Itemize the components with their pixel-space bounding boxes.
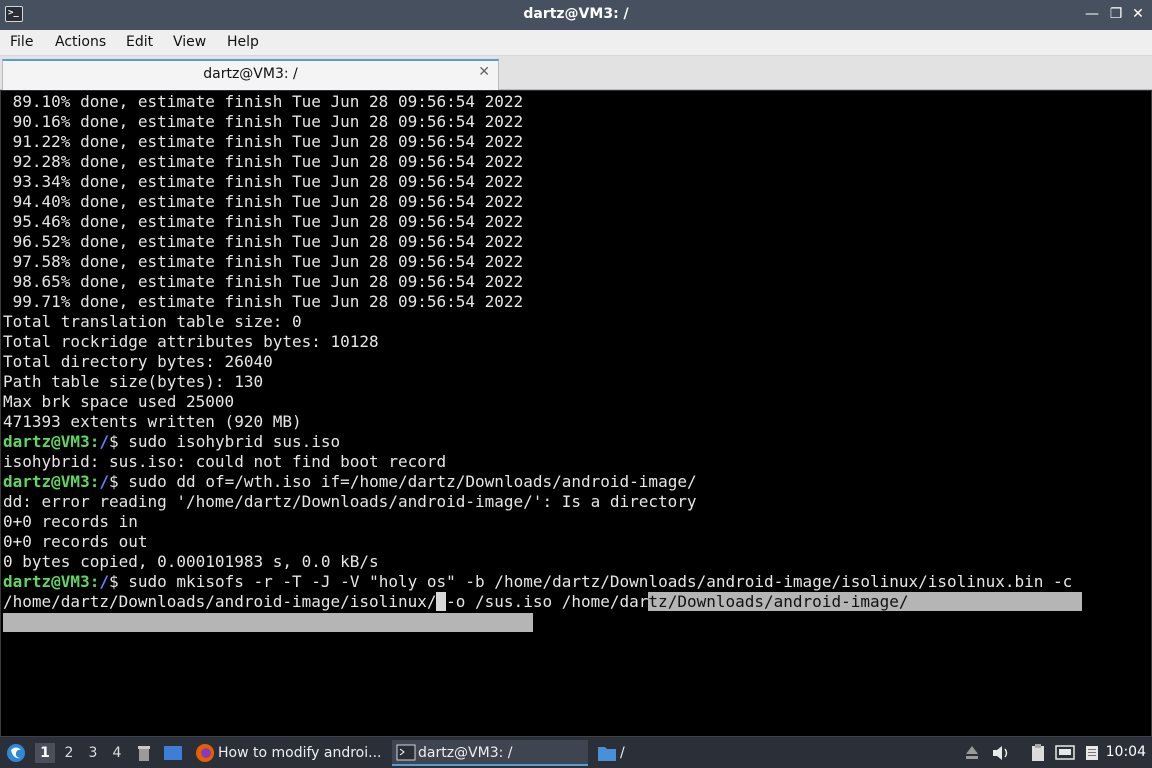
window-title: dartz@VM3: / [523,6,629,22]
taskbar-files-task[interactable]: / [594,740,674,766]
show-desktop-icon [164,746,182,760]
network-tray-icon[interactable] [1054,737,1076,768]
selection-highlight [3,613,533,632]
maximize-button[interactable]: ❐ [1106,4,1126,24]
summary-line: 471393 extents written (920 MB) [3,412,302,431]
desktop-launcher[interactable] [162,737,184,768]
tab-label: dartz@VM3: / [203,66,298,82]
app-menu-icon [7,744,25,762]
command-line: dartz@VM3:/$ sudo isohybrid sus.iso [3,432,1082,452]
summary-line: Total translation table size: 0 [3,312,302,331]
prompt-colon: : [89,472,100,491]
tab-terminal[interactable]: dartz@VM3: / ✕ [2,59,499,90]
command-line: dartz@VM3:/$ sudo mkisofs -r -T -J -V "h… [3,572,1082,592]
menu-edit[interactable]: Edit [126,34,153,50]
command-text: -o /sus.iso /home/dar [446,592,649,611]
command-text: /home/dartz/Downloads/android-image/isol… [3,592,437,611]
progress-line: 94.40% done, estimate finish Tue Jun 28 … [3,192,524,211]
close-button[interactable]: ✕ [1128,4,1148,24]
progress-line: 95.46% done, estimate finish Tue Jun 28 … [3,212,524,231]
firefox-task-label: How to modify androi... [218,745,382,761]
progress-line: 96.52% done, estimate finish Tue Jun 28 … [3,232,524,251]
prompt-colon: : [89,572,100,591]
command-text: sudo dd of=/wth.iso if=/home/dartz/Downl… [118,472,697,491]
clipboard-tray-icon[interactable] [1028,737,1048,768]
workspace-2[interactable]: 2 [59,743,79,763]
files-task-label: / [620,745,625,761]
start-menu-button[interactable] [4,737,28,768]
prompt-colon: : [89,432,100,451]
summary-line: Total directory bytes: 26040 [3,352,273,371]
speaker-icon [993,746,1008,760]
command-text: sudo isohybrid sus.iso [118,432,341,451]
menu-help[interactable]: Help [227,34,259,50]
terminal-output[interactable]: 89.10% done, estimate finish Tue Jun 28 … [0,91,1152,736]
prompt-user: dartz@VM3 [3,472,90,491]
progress-line: 89.10% done, estimate finish Tue Jun 28 … [3,92,524,111]
menu-actions[interactable]: Actions [55,34,106,50]
clipboard-icon [1032,744,1044,761]
taskbar-clock[interactable]: 10:04 [1106,744,1146,760]
command-line: dartz@VM3:/$ sudo dd of=/wth.iso if=/hom… [3,472,1082,492]
prompt-user: dartz@VM3 [3,432,90,451]
summary-line: Max brk space used 25000 [3,392,235,411]
menu-file[interactable]: File [10,34,33,50]
progress-line: 92.28% done, estimate finish Tue Jun 28 … [3,152,524,171]
workspace-4[interactable]: 4 [107,743,127,763]
notes-icon [1086,746,1098,760]
output-line: 0+0 records out [3,532,148,551]
prompt-path: / [99,572,109,591]
output-line: 0 bytes copied, 0.000101983 s, 0.0 kB/s [3,552,379,571]
workspace-3[interactable]: 3 [83,743,103,763]
tab-close-icon[interactable]: ✕ [478,64,490,80]
workspace-1[interactable]: 1 [35,743,55,763]
trash-launcher[interactable] [134,737,154,768]
trash-icon [138,746,150,761]
selected-padding [908,592,1082,611]
text-cursor [436,592,447,611]
volume-tray-icon[interactable] [990,737,1012,768]
progress-line: 98.65% done, estimate finish Tue Jun 28 … [3,272,524,291]
progress-line: 97.58% done, estimate finish Tue Jun 28 … [3,252,524,271]
prompt-dollar: $ [108,432,119,451]
output-line: dd: error reading '/home/dartz/Downloads… [3,492,697,511]
taskbar: 1 2 3 4 How to modify androi... dartz@VM… [0,736,1152,768]
output-line: 0+0 records in [3,512,138,531]
prompt-path: / [99,432,109,451]
taskbar-terminal-task[interactable]: dartz@VM3: / [392,740,588,766]
selected-text: tz/Downloads/android-image/ [648,592,909,611]
tab-bar: dartz@VM3: / ✕ [0,56,1152,90]
prompt-path: / [99,472,109,491]
output-line: isohybrid: sus.iso: could not find boot … [3,452,447,471]
eject-tray-icon[interactable] [962,737,982,768]
window-titlebar: >_ dartz@VM3: / — ❐ ✕ [0,0,1152,30]
summary-line: Path table size(bytes): 130 [3,372,264,391]
network-icon [1055,745,1075,760]
minimize-button[interactable]: — [1082,4,1102,24]
summary-line: Total rockridge attributes bytes: 10128 [3,332,379,351]
prompt-dollar: $ [108,572,119,591]
taskbar-firefox-task[interactable]: How to modify androi... [192,740,386,766]
eject-icon [966,746,978,759]
firefox-icon [196,744,214,762]
terminal-task-label: dartz@VM3: / [418,745,513,761]
terminal-icon [396,744,416,761]
progress-line: 99.71% done, estimate finish Tue Jun 28 … [3,292,524,311]
session-tray-icon[interactable] [1082,737,1102,768]
command-continuation-line: /home/dartz/Downloads/android-image/isol… [3,592,1082,612]
menu-view[interactable]: View [173,34,206,50]
menu-bar: File Actions Edit View Help [0,30,1152,56]
prompt-user: dartz@VM3 [3,572,90,591]
prompt-dollar: $ [108,472,119,491]
progress-line: 90.16% done, estimate finish Tue Jun 28 … [3,112,524,131]
progress-line: 93.34% done, estimate finish Tue Jun 28 … [3,172,524,191]
folder-icon [598,747,616,761]
progress-line: 91.22% done, estimate finish Tue Jun 28 … [3,132,524,151]
command-text: sudo mkisofs -r -T -J -V "holy os" -b /h… [118,572,1073,591]
